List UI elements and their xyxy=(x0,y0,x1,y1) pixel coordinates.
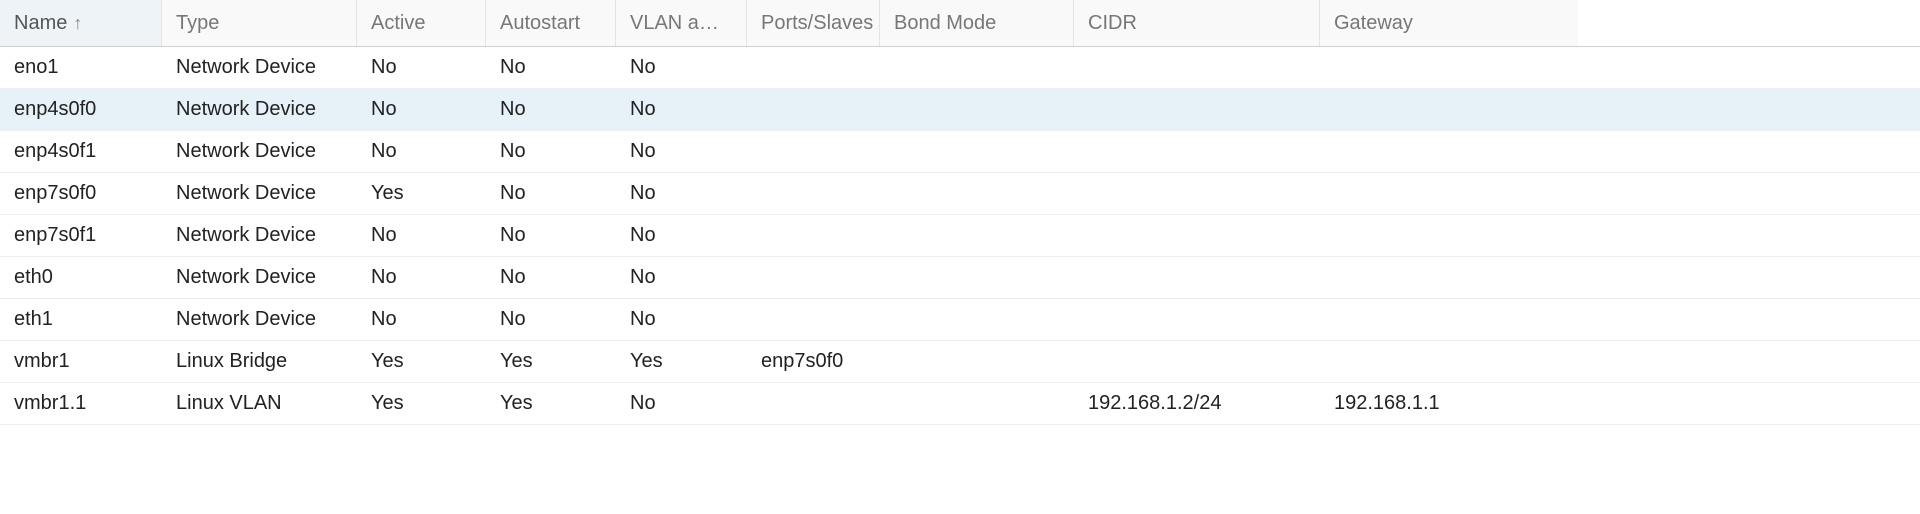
cell-name: enp4s0f1 xyxy=(0,140,162,163)
col-header-name-label: Name xyxy=(14,12,67,35)
table-row[interactable]: vmbr1.1Linux VLANYesYesNo192.168.1.2/241… xyxy=(0,383,1920,425)
cell-vlan: No xyxy=(616,308,747,331)
table-row[interactable]: enp4s0f1Network DeviceNoNoNo xyxy=(0,131,1920,173)
cell-autostart: No xyxy=(486,224,616,247)
cell-type: Network Device xyxy=(162,308,357,331)
cell-type: Network Device xyxy=(162,182,357,205)
network-interfaces-grid: Name ↑ Type Active Autostart VLAN a… Por… xyxy=(0,0,1920,425)
cell-active: No xyxy=(357,56,486,79)
cell-autostart: No xyxy=(486,56,616,79)
cell-autostart: No xyxy=(486,140,616,163)
cell-name: eno1 xyxy=(0,56,162,79)
cell-ports: enp7s0f0 xyxy=(747,350,880,373)
col-header-active[interactable]: Active xyxy=(357,0,486,46)
col-header-name[interactable]: Name ↑ xyxy=(0,0,162,46)
cell-autostart: No xyxy=(486,266,616,289)
cell-name: enp4s0f0 xyxy=(0,98,162,121)
cell-vlan: No xyxy=(616,98,747,121)
cell-active: No xyxy=(357,266,486,289)
col-header-ports-label: Ports/Slaves xyxy=(761,12,873,35)
cell-type: Network Device xyxy=(162,98,357,121)
table-row[interactable]: enp7s0f0Network DeviceYesNoNo xyxy=(0,173,1920,215)
cell-name: enp7s0f0 xyxy=(0,182,162,205)
cell-name: vmbr1 xyxy=(0,350,162,373)
cell-active: Yes xyxy=(357,182,486,205)
cell-autostart: No xyxy=(486,308,616,331)
col-header-type-label: Type xyxy=(176,12,219,35)
cell-autostart: No xyxy=(486,98,616,121)
cell-vlan: No xyxy=(616,56,747,79)
cell-type: Network Device xyxy=(162,266,357,289)
table-row[interactable]: eno1Network DeviceNoNoNo xyxy=(0,47,1920,89)
col-header-gateway[interactable]: Gateway xyxy=(1320,0,1578,46)
cell-vlan: No xyxy=(616,224,747,247)
cell-vlan: No xyxy=(616,392,747,415)
cell-active: No xyxy=(357,308,486,331)
cell-gw: 192.168.1.1 xyxy=(1320,392,1578,415)
cell-active: No xyxy=(357,224,486,247)
col-header-autostart[interactable]: Autostart xyxy=(486,0,616,46)
cell-name: eth0 xyxy=(0,266,162,289)
table-row[interactable]: enp4s0f0Network DeviceNoNoNo xyxy=(0,89,1920,131)
grid-body: eno1Network DeviceNoNoNoenp4s0f0Network … xyxy=(0,47,1920,425)
cell-type: Network Device xyxy=(162,224,357,247)
cell-name: vmbr1.1 xyxy=(0,392,162,415)
cell-active: Yes xyxy=(357,392,486,415)
table-row[interactable]: eth1Network DeviceNoNoNo xyxy=(0,299,1920,341)
cell-type: Network Device xyxy=(162,56,357,79)
cell-name: enp7s0f1 xyxy=(0,224,162,247)
cell-autostart: No xyxy=(486,182,616,205)
grid-header-row: Name ↑ Type Active Autostart VLAN a… Por… xyxy=(0,0,1920,47)
cell-type: Linux VLAN xyxy=(162,392,357,415)
cell-vlan: No xyxy=(616,266,747,289)
cell-cidr: 192.168.1.2/24 xyxy=(1074,392,1320,415)
cell-vlan: No xyxy=(616,182,747,205)
cell-active: No xyxy=(357,98,486,121)
col-header-type[interactable]: Type xyxy=(162,0,357,46)
table-row[interactable]: vmbr1Linux BridgeYesYesYesenp7s0f0 xyxy=(0,341,1920,383)
cell-vlan: No xyxy=(616,140,747,163)
col-header-gateway-label: Gateway xyxy=(1334,12,1413,35)
cell-name: eth1 xyxy=(0,308,162,331)
cell-type: Network Device xyxy=(162,140,357,163)
cell-active: Yes xyxy=(357,350,486,373)
cell-autostart: Yes xyxy=(486,392,616,415)
table-row[interactable]: eth0Network DeviceNoNoNo xyxy=(0,257,1920,299)
cell-vlan: Yes xyxy=(616,350,747,373)
cell-type: Linux Bridge xyxy=(162,350,357,373)
col-header-ports[interactable]: Ports/Slaves xyxy=(747,0,880,46)
col-header-vlan[interactable]: VLAN a… xyxy=(616,0,747,46)
table-row[interactable]: enp7s0f1Network DeviceNoNoNo xyxy=(0,215,1920,257)
col-header-cidr-label: CIDR xyxy=(1088,12,1137,35)
col-header-bond-label: Bond Mode xyxy=(894,12,996,35)
sort-asc-icon: ↑ xyxy=(73,14,82,32)
cell-active: No xyxy=(357,140,486,163)
cell-autostart: Yes xyxy=(486,350,616,373)
col-header-active-label: Active xyxy=(371,12,425,35)
col-header-bond[interactable]: Bond Mode xyxy=(880,0,1074,46)
col-header-autostart-label: Autostart xyxy=(500,12,580,35)
col-header-vlan-label: VLAN a… xyxy=(630,12,719,35)
col-header-cidr[interactable]: CIDR xyxy=(1074,0,1320,46)
